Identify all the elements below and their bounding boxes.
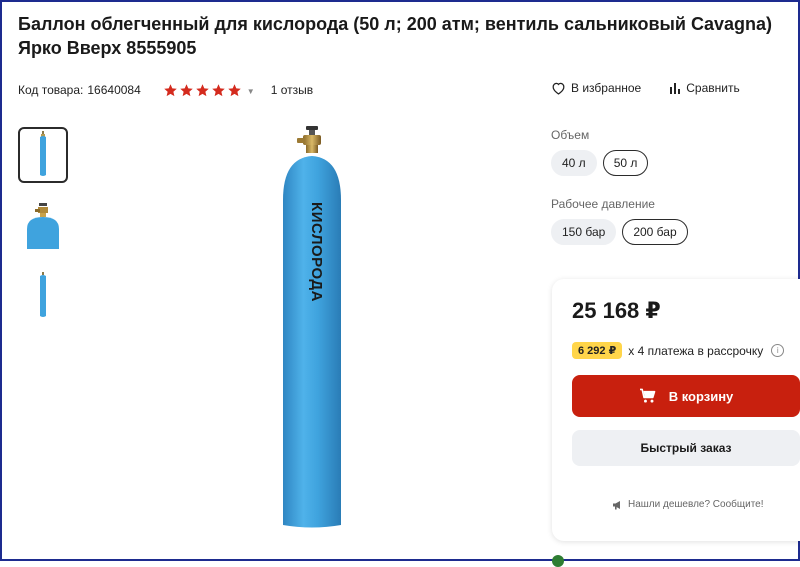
- product-code-label: Код товара:: [18, 83, 84, 97]
- star-icon: [211, 83, 226, 98]
- cylinder-label: КИСЛОРОДА: [308, 202, 325, 302]
- installment-text: х 4 платежа в рассрочку: [628, 343, 764, 358]
- rating-dropdown-caret-icon[interactable]: ▼: [247, 87, 255, 96]
- compare-label: Сравнить: [686, 81, 740, 95]
- oxygen-cylinder-illustration: КИСЛОРОДА: [283, 126, 341, 528]
- volume-label: Объем: [551, 128, 590, 142]
- star-icon: [163, 83, 178, 98]
- volume-options: 40 л 50 л: [551, 150, 654, 176]
- star-icon: [179, 83, 194, 98]
- thumbnail-1[interactable]: [18, 127, 68, 183]
- pressure-option-200[interactable]: 200 бар: [622, 219, 688, 245]
- add-to-cart-label: В корзину: [668, 388, 734, 404]
- favorite-button[interactable]: В избранное: [551, 81, 641, 95]
- product-main-image[interactable]: КИСЛОРОДА: [257, 120, 367, 530]
- star-icon: [227, 83, 242, 98]
- volume-option-50[interactable]: 50 л: [602, 150, 649, 176]
- heart-icon: [552, 82, 565, 95]
- price-card: 25 168 ₽ 6 292 ₽ х 4 платежа в рассрочку…: [552, 279, 800, 541]
- info-icon[interactable]: i: [771, 344, 785, 357]
- cylinder-small-thumbnail-image: [40, 272, 46, 317]
- star-icon: [195, 83, 210, 98]
- found-cheaper-link[interactable]: Нашли дешевле? Сообщите!: [612, 499, 764, 510]
- favorite-label: В избранное: [571, 81, 642, 95]
- add-to-cart-button[interactable]: В корзину: [572, 375, 800, 417]
- cart-icon: [639, 388, 656, 403]
- product-title: Баллон облегченный для кислорода (50 л; …: [18, 14, 772, 58]
- installment-amount-badge: 6 292 ₽: [572, 342, 623, 359]
- product-price: 25 168 ₽: [572, 298, 661, 323]
- thumbnail-3[interactable]: [18, 267, 68, 323]
- cylinder-valve-thumbnail-image: [27, 203, 59, 249]
- found-cheaper-label: Нашли дешевле? Сообщите!: [628, 499, 764, 510]
- chat-widget-dot[interactable]: [552, 555, 564, 567]
- pressure-options: 150 бар 200 бар: [551, 219, 694, 245]
- product-meta: Код товара: 16640084 ▼ 1 отзыв: [18, 80, 313, 100]
- reviews-link[interactable]: 1 отзыв: [271, 83, 313, 97]
- product-code-value: 16640084: [87, 83, 141, 97]
- thumbnail-list: [18, 127, 68, 337]
- cylinder-thumbnail-image: [40, 131, 46, 176]
- product-actions: В избранное Сравнить: [551, 81, 768, 95]
- compare-button[interactable]: Сравнить: [669, 81, 740, 95]
- rating-stars[interactable]: [163, 83, 243, 98]
- volume-option-40[interactable]: 40 л: [551, 150, 597, 176]
- installment-info: 6 292 ₽ х 4 платежа в рассрочку i: [572, 342, 785, 359]
- bar-chart-icon: [670, 83, 681, 94]
- quick-order-button[interactable]: Быстрый заказ: [572, 430, 800, 466]
- thumbnail-2[interactable]: [18, 197, 68, 253]
- megaphone-icon: [613, 500, 620, 509]
- pressure-option-150[interactable]: 150 бар: [551, 219, 617, 245]
- pressure-label: Рабочее давление: [551, 197, 655, 211]
